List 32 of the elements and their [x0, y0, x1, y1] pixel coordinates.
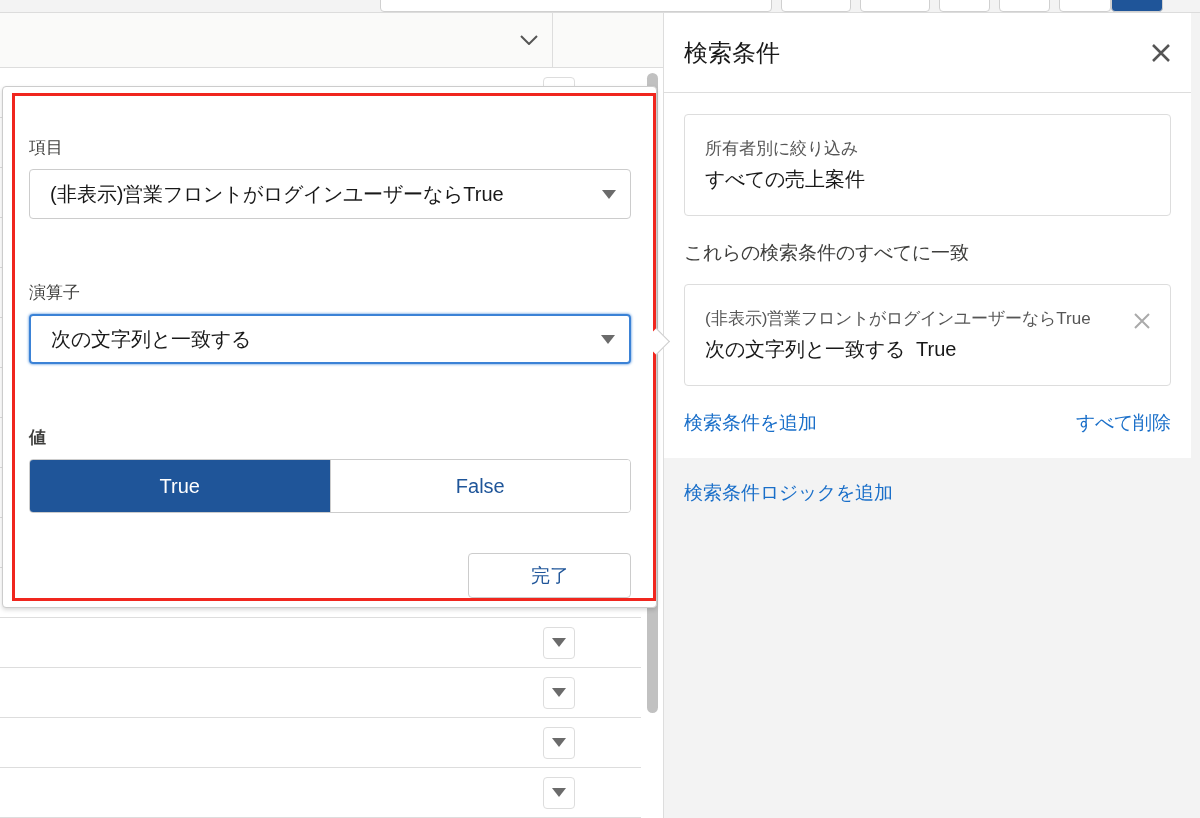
- add-filter-link[interactable]: 検索条件を追加: [684, 410, 817, 437]
- row-menu-button[interactable]: [543, 776, 575, 809]
- chevron-down-icon[interactable]: [520, 35, 538, 45]
- remove-all-link[interactable]: すべて削除: [1076, 410, 1171, 437]
- field-label: 項目: [29, 137, 64, 159]
- close-button[interactable]: [1151, 42, 1171, 63]
- panel-title: 検索条件: [684, 37, 780, 68]
- triangle-down-icon: [552, 788, 566, 797]
- triangle-down-icon: [552, 738, 566, 747]
- owner-filter-card[interactable]: 所有者別に絞り込み すべての売上案件: [684, 114, 1171, 217]
- match-label: これらの検索条件のすべてに一致: [684, 241, 970, 266]
- condition-summary: 次の文字列と一致する True: [705, 337, 958, 363]
- triangle-down-icon: [602, 189, 616, 199]
- owner-filter-label: 所有者別に絞り込み: [705, 138, 859, 160]
- row-menu-button[interactable]: [543, 626, 575, 659]
- triangle-down-icon: [552, 688, 566, 697]
- row-menu-button[interactable]: [543, 726, 575, 759]
- select-field[interactable]: 次の文字列と一致する: [29, 314, 631, 364]
- field-label: 値: [29, 427, 47, 449]
- done-button[interactable]: 完了: [468, 553, 631, 598]
- field-label: 演算子: [29, 282, 81, 304]
- select-field[interactable]: (非表示)営業フロントがログインユーザーならTrue: [29, 169, 631, 219]
- toggle-option[interactable]: False: [329, 460, 630, 512]
- triangle-down-icon: [552, 638, 566, 647]
- close-icon: [1151, 42, 1171, 63]
- condition-field: (非表示)営業フロントがログインユーザーならTrue: [705, 305, 1105, 333]
- filter-condition-card[interactable]: (非表示)営業フロントがログインユーザーならTrue 次の文字列と一致する True: [684, 284, 1171, 387]
- owner-filter-value: すべての売上案件: [705, 167, 866, 193]
- triangle-down-icon: [601, 334, 615, 344]
- row-menu-button[interactable]: [543, 676, 575, 709]
- toggle-option[interactable]: True: [30, 460, 330, 512]
- add-logic-link[interactable]: 検索条件ロジックを追加: [684, 482, 893, 504]
